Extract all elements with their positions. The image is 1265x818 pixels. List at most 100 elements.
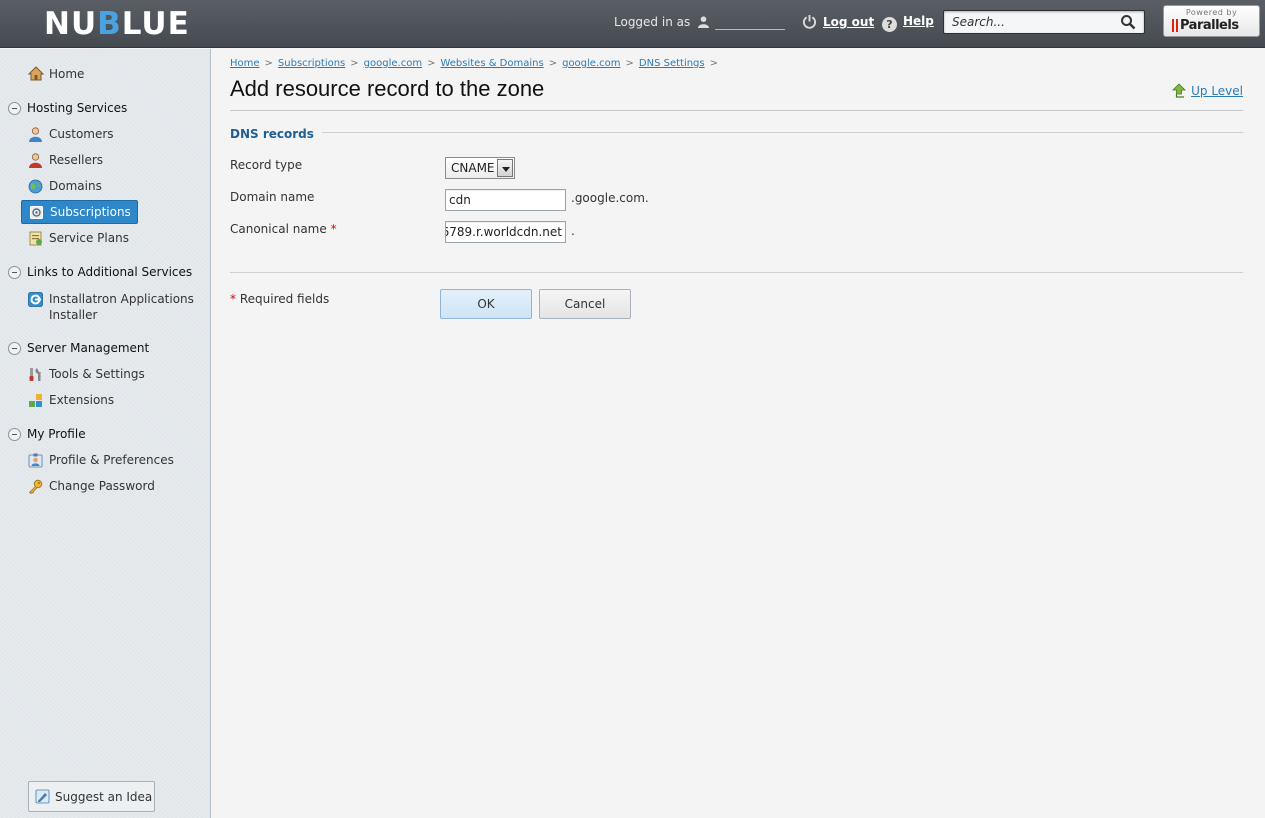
section-additional-services[interactable]: Links to Additional Services [8, 265, 192, 279]
sidebar-item-installatron[interactable]: Installatron Applications Installer [21, 290, 201, 324]
domain-suffix: .google.com. [571, 191, 649, 205]
collapse-icon[interactable] [8, 265, 21, 279]
idea-icon [35, 789, 50, 804]
section-title: My Profile [27, 427, 86, 441]
sidebar-item-label: Tools & Settings [49, 367, 145, 381]
sidebar-item-label: Profile & Preferences [49, 453, 174, 467]
logo-text-right: LUE [121, 6, 190, 42]
service-plan-icon [29, 231, 42, 245]
canonical-suffix: . [571, 224, 575, 238]
installatron-icon [28, 292, 43, 307]
breadcrumb-domain-google[interactable]: google.com [562, 58, 620, 69]
sidebar-item-domains[interactable]: Domains [21, 174, 108, 198]
breadcrumb-subscription-google[interactable]: google.com [364, 58, 422, 69]
sidebar-item-tools-settings[interactable]: Tools & Settings [21, 362, 151, 386]
section-server-management[interactable]: Server Management [8, 341, 149, 355]
breadcrumb-separator: > [625, 58, 634, 69]
main-content: Home > Subscriptions > google.com > Websites &… [212, 49, 1265, 818]
logged-in-label: Logged in as [614, 15, 691, 29]
sidebar-item-resellers[interactable]: Resellers [21, 148, 109, 172]
sidebar-item-change-password[interactable]: Change Password [21, 474, 161, 498]
domain-name-label: Domain name [230, 190, 315, 204]
section-divider [230, 132, 1243, 133]
home-icon [28, 66, 44, 81]
chevron-down-icon[interactable] [497, 159, 513, 177]
profile-icon [28, 453, 43, 467]
search-box [943, 10, 1145, 34]
up-level-link[interactable]: Up Level [1172, 83, 1243, 98]
help-link[interactable]: ? Help [882, 14, 934, 32]
record-type-label: Record type [230, 158, 303, 172]
parallels-badge[interactable]: Powered by Parallels [1163, 5, 1260, 37]
sidebar-item-extensions[interactable]: Extensions [21, 388, 120, 412]
collapse-icon[interactable] [8, 101, 21, 115]
canonical-name-input[interactable]: 56789.r.worldcdn.net [445, 221, 566, 243]
sidebar-item-label: Domains [49, 179, 102, 193]
sidebar-item-label: Installatron Applications Installer [49, 292, 194, 322]
sidebar-item-subscriptions[interactable]: Subscriptions [21, 200, 138, 224]
page-title: Add resource record to the zone [230, 76, 545, 101]
sidebar-item-home[interactable]: Home [28, 66, 84, 81]
parallels-logo-icon [1172, 19, 1178, 32]
search-input[interactable] [944, 11, 1114, 33]
canonical-name-label: Canonical name * [230, 222, 337, 236]
section-title: Hosting Services [27, 101, 128, 115]
extensions-icon [29, 393, 42, 407]
breadcrumb: Home > Subscriptions > google.com > Websites &… [230, 58, 723, 69]
domain-name-input[interactable]: cdn [445, 189, 566, 211]
nublue-logo[interactable]: NUBLUE [44, 6, 190, 42]
sidebar-item-customers[interactable]: Customers [21, 122, 120, 146]
title-divider [230, 110, 1243, 111]
section-my-profile[interactable]: My Profile [8, 427, 86, 441]
sidebar-item-profile-preferences[interactable]: Profile & Preferences [21, 448, 180, 472]
username-field [714, 16, 785, 30]
tools-icon [29, 367, 41, 381]
form-divider [230, 272, 1243, 273]
breadcrumb-dns-settings[interactable]: DNS Settings [639, 58, 705, 69]
logged-in-status: Logged in as [614, 15, 785, 30]
suggest-idea-label: Suggest an Idea [55, 789, 153, 804]
collapse-icon[interactable] [8, 341, 21, 355]
sidebar-item-label: Service Plans [49, 231, 129, 245]
collapse-icon[interactable] [8, 427, 21, 441]
required-asterisk: * [330, 222, 337, 236]
logout-label: Log out [823, 15, 875, 29]
section-title: Links to Additional Services [27, 265, 193, 279]
breadcrumb-separator: > [548, 58, 558, 69]
canonical-name-label-text: Canonical name [230, 222, 327, 236]
parallels-name: Parallels [1180, 18, 1239, 33]
canonical-name-value: 56789.r.worldcdn.net [445, 225, 562, 239]
sidebar-item-label: Resellers [49, 153, 104, 167]
suggest-idea-button[interactable]: Suggest an Idea [28, 781, 155, 812]
cancel-button[interactable]: Cancel [539, 289, 631, 319]
breadcrumb-separator: > [427, 58, 436, 69]
required-fields-label: Required fields [239, 292, 330, 306]
breadcrumb-subscriptions[interactable]: Subscriptions [278, 58, 345, 69]
help-icon: ? [882, 17, 897, 32]
breadcrumb-home[interactable]: Home [230, 58, 260, 69]
search-icon[interactable] [1120, 14, 1136, 30]
breadcrumb-websites-domains[interactable]: Websites & Domains [440, 58, 543, 69]
up-level-label: Up Level [1191, 83, 1243, 98]
section-title: Server Management [27, 341, 150, 355]
section-title-dns-records: DNS records [230, 127, 322, 141]
sidebar-item-service-plans[interactable]: Service Plans [21, 226, 135, 250]
required-fields-note: * Required fields [230, 292, 329, 306]
ok-button[interactable]: OK [440, 289, 532, 319]
up-arrow-icon [1172, 83, 1187, 98]
breadcrumb-separator: > [264, 58, 273, 69]
powered-by-label: Powered by [1185, 8, 1238, 17]
sidebar-item-label: Customers [49, 127, 114, 141]
breadcrumb-separator: > [350, 58, 359, 69]
sidebar: Home Hosting Services Customers Reseller… [0, 49, 211, 818]
record-type-value: CNAME [451, 161, 495, 175]
record-type-select[interactable]: CNAME [445, 157, 515, 179]
key-icon [28, 479, 43, 494]
top-bar: NUBLUE Logged in as Log out ? Help Powere… [0, 0, 1265, 48]
logout-link[interactable]: Log out [802, 14, 874, 29]
section-hosting-services[interactable]: Hosting Services [8, 101, 127, 115]
customer-icon [29, 126, 42, 142]
help-label: Help [903, 14, 934, 28]
required-asterisk: * [230, 292, 236, 306]
logo-text-accent: B [97, 6, 122, 42]
